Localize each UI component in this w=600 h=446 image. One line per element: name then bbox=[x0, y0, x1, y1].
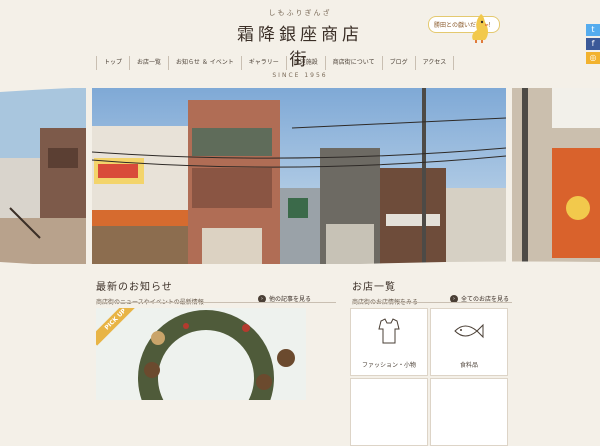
category-label: 食料品 bbox=[459, 362, 478, 369]
logo-kana: しもふりぎんざ bbox=[268, 9, 332, 17]
nav-item-top[interactable]: トップ bbox=[97, 56, 131, 70]
nav-item-news-events[interactable]: お知らせ ＆ イベント bbox=[169, 56, 242, 70]
pickup-image bbox=[96, 308, 306, 400]
category-label: ファッション・小物 bbox=[361, 362, 416, 369]
mascot-icon bbox=[472, 14, 489, 43]
category-tile-3[interactable] bbox=[350, 378, 428, 446]
social-links: t f ◎ bbox=[586, 24, 600, 66]
hero-slider bbox=[0, 82, 600, 272]
nav-item-access[interactable]: アクセス bbox=[416, 56, 455, 70]
hero-photo-main[interactable] bbox=[92, 88, 506, 264]
shops-divider bbox=[352, 302, 512, 303]
hero-photo-left[interactable] bbox=[0, 88, 86, 264]
instagram-icon[interactable]: ◎ bbox=[586, 52, 600, 64]
hero-wave-top bbox=[0, 82, 600, 92]
nav-item-nearby[interactable]: 周辺施設 bbox=[287, 56, 326, 70]
news-divider bbox=[96, 302, 336, 303]
pickup-card[interactable]: PICK UP bbox=[96, 308, 306, 400]
category-tile-fashion[interactable]: ファッション・小物 bbox=[350, 308, 428, 376]
logo-since: SINCE 1956 bbox=[272, 72, 328, 79]
nav-item-about[interactable]: 商店街について bbox=[326, 56, 383, 70]
mascot: 勝田との戯いだゼ〜！ bbox=[428, 12, 500, 48]
news-title: 最新のお知らせ bbox=[96, 282, 173, 293]
hero-wave-bottom bbox=[0, 261, 600, 272]
hero-photo-right[interactable] bbox=[512, 88, 600, 264]
nav-item-gallery[interactable]: ギャラリー bbox=[242, 56, 287, 70]
twitter-icon[interactable]: t bbox=[586, 24, 600, 36]
clothing-icon bbox=[378, 318, 400, 344]
category-tile-4[interactable] bbox=[430, 378, 508, 446]
nav-item-shops[interactable]: お店一覧 bbox=[130, 56, 170, 70]
facebook-icon[interactable]: f bbox=[586, 38, 600, 50]
category-tile-food[interactable]: 食料品 bbox=[430, 308, 508, 376]
nav-item-blog[interactable]: ブログ bbox=[383, 56, 416, 70]
shops-title: お店一覧 bbox=[352, 282, 396, 293]
main-nav: トップ お店一覧 お知らせ ＆ イベント ギャラリー 周辺施設 商店街について … bbox=[96, 56, 505, 70]
fish-icon bbox=[454, 323, 484, 339]
